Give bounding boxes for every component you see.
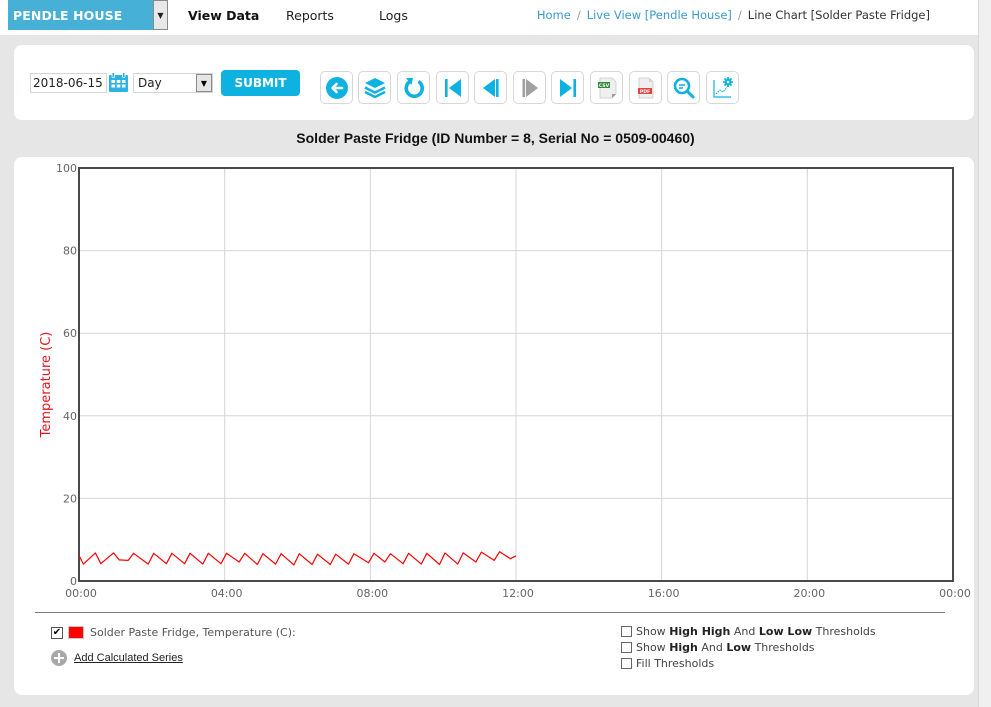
chart-panel <box>14 157 974 695</box>
svg-text:CSV: CSV <box>598 83 609 89</box>
site-select[interactable]: PENDLE HOUSE ▼ <box>8 0 168 30</box>
date-input[interactable] <box>30 73 107 93</box>
svg-text:PDF: PDF <box>639 88 649 94</box>
csv-export-icon: CSV <box>597 77 616 98</box>
breadcrumb: Home / Live View [Pendle House] / Line C… <box>537 0 930 30</box>
legend-series-item: ✔ Solder Paste Fridge, Temperature (C): <box>51 626 296 639</box>
zoom-button[interactable] <box>667 71 700 104</box>
threshold-option-high-low[interactable]: Show High And Low Thresholds <box>621 639 876 655</box>
breadcrumb-current: Line Chart [Solder Paste Fridge] <box>747 8 930 22</box>
breadcrumb-home[interactable]: Home <box>537 8 571 22</box>
series-visibility-checkbox[interactable]: ✔ <box>51 626 63 639</box>
breadcrumb-separator: / <box>576 8 581 22</box>
first-page-icon <box>444 78 461 97</box>
nav-view-data[interactable]: View Data <box>188 0 259 30</box>
add-calculated-series: Add Calculated Series <box>51 650 183 666</box>
threshold-label: Show High High And Low Low Thresholds <box>636 624 876 638</box>
chart-title: Solder Paste Fridge (ID Number = 8, Seri… <box>296 130 695 146</box>
csv-export-button[interactable]: CSV <box>590 71 623 104</box>
nav-logs[interactable]: Logs <box>379 0 408 30</box>
last-page-icon <box>559 78 576 97</box>
threshold-label: Show High And Low Thresholds <box>636 640 815 654</box>
back-button[interactable] <box>320 71 353 104</box>
legend-divider <box>35 612 945 613</box>
first-button[interactable] <box>436 71 469 104</box>
pdf-export-icon: PDF <box>637 77 653 98</box>
layers-button[interactable] <box>358 71 391 104</box>
threshold-option-fill[interactable]: Fill Thresholds <box>621 655 876 671</box>
next-icon <box>522 78 538 97</box>
series-label: Solder Paste Fridge, Temperature (C): <box>90 626 296 639</box>
threshold-option-high-high-low-low[interactable]: Show High High And Low Low Thresholds <box>621 623 876 639</box>
previous-button[interactable] <box>474 71 507 104</box>
submit-button[interactable]: SUBMIT <box>221 70 300 96</box>
back-arrow-icon <box>325 76 348 99</box>
threshold-label: Fill Thresholds <box>636 656 715 670</box>
calendar-icon[interactable] <box>108 72 129 93</box>
series-color-swatch[interactable] <box>68 626 84 639</box>
breadcrumb-live-view[interactable]: Live View [Pendle House] <box>587 8 732 22</box>
chevron-down-icon[interactable]: ▼ <box>196 74 212 92</box>
chevron-down-icon[interactable]: ▼ <box>153 0 168 30</box>
page-scrollbar[interactable] <box>978 0 991 707</box>
top-bar: PENDLE HOUSE ▼ View Data Reports Logs Ho… <box>0 0 978 35</box>
threshold-options: Show High High And Low Low Thresholds Sh… <box>621 623 876 671</box>
add-circle-icon[interactable] <box>51 650 67 666</box>
site-select-value: PENDLE HOUSE <box>13 7 123 23</box>
previous-icon <box>482 78 499 97</box>
nav-reports[interactable]: Reports <box>286 0 334 30</box>
last-button[interactable] <box>551 71 584 104</box>
chart-settings-icon <box>712 76 733 98</box>
period-select-value: Day <box>138 76 162 90</box>
zoom-search-icon <box>673 77 694 98</box>
next-button[interactable] <box>513 71 546 104</box>
add-calculated-series-link[interactable]: Add Calculated Series <box>74 652 183 664</box>
threshold-checkbox[interactable] <box>621 641 632 653</box>
breadcrumb-separator: / <box>737 8 742 22</box>
threshold-checkbox[interactable] <box>621 625 632 637</box>
refresh-button[interactable] <box>397 71 430 104</box>
threshold-checkbox[interactable] <box>621 657 632 669</box>
chart-settings-button[interactable] <box>706 71 739 104</box>
period-select[interactable]: Day ▼ <box>133 73 213 93</box>
layers-icon <box>363 77 386 98</box>
refresh-icon <box>404 77 424 98</box>
pdf-export-button[interactable]: PDF <box>629 71 662 104</box>
